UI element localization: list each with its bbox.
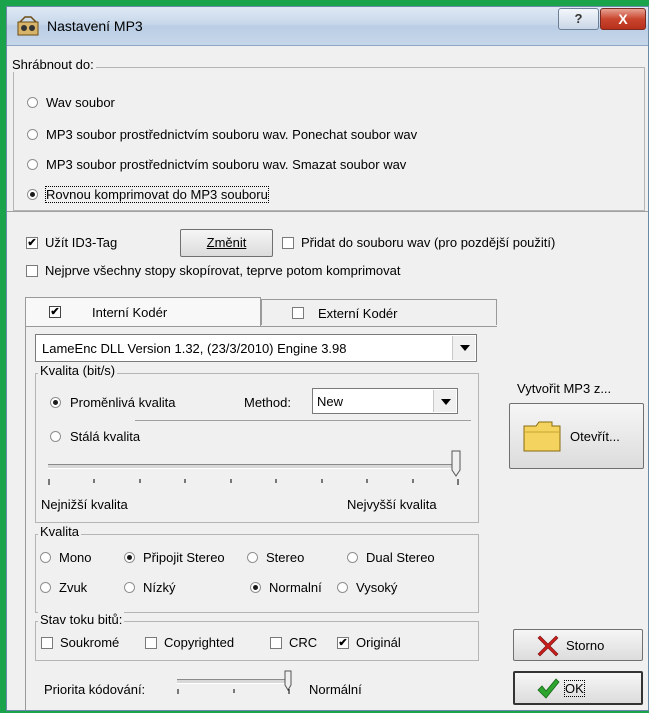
ok-button[interactable]: OK	[513, 671, 643, 705]
bitstream-group-legend: Stav toku bitů:	[38, 612, 125, 627]
radio-wav-file[interactable]	[27, 97, 38, 108]
bitrate-slider-ticks	[48, 479, 459, 485]
private-checkbox[interactable]	[41, 637, 53, 649]
open-button-label: Otevřít...	[570, 429, 620, 444]
tab-internal-label: Interní Kodér	[92, 305, 168, 320]
chevron-down-icon[interactable]	[433, 390, 456, 412]
ok-button-label: OK	[564, 680, 585, 697]
bitrate-min-label: Nejnižší kvalita	[41, 497, 128, 512]
copy-first-checkbox[interactable]	[26, 265, 38, 277]
radio-direct-mp3-label: Rovnou komprimovat do MP3 souboru	[45, 186, 269, 203]
cancel-icon	[537, 635, 559, 657]
folder-icon	[523, 421, 561, 452]
window-title: Nastavení MP3	[47, 18, 143, 34]
close-button[interactable]: X	[600, 8, 646, 30]
add-to-wav-checkbox[interactable]	[282, 237, 294, 249]
radio-mp3-delete-wav[interactable]	[27, 159, 38, 170]
radio-sound[interactable]	[40, 582, 51, 593]
tab-external-encoder[interactable]: Externí Kodér	[261, 299, 497, 325]
tab-external-label: Externí Kodér	[318, 306, 398, 321]
copyrighted-label: Copyrighted	[164, 635, 235, 650]
internal-encoder-checkbox[interactable]: ✔	[49, 306, 61, 318]
crc-checkbox[interactable]	[270, 637, 282, 649]
radio-constant-quality[interactable]	[50, 431, 61, 442]
radio-dual-stereo[interactable]	[347, 552, 358, 563]
quality-group-legend: Kvalita	[38, 524, 82, 539]
bitrate-slider-track[interactable]	[48, 464, 458, 469]
normal-label: Normalní	[269, 580, 322, 595]
change-id3-button-label: Změnit	[206, 235, 247, 250]
copy-first-label: Nejprve všechny stopy skopírovat, teprve…	[45, 263, 401, 278]
use-id3-checkbox[interactable]: ✔	[26, 237, 38, 249]
help-button[interactable]: ?	[558, 8, 599, 30]
original-checkbox[interactable]: ✔	[337, 637, 349, 649]
priority-slider-ticks	[177, 689, 290, 694]
method-select[interactable]: New	[312, 388, 458, 414]
radio-low[interactable]	[124, 582, 135, 593]
encoder-select[interactable]: LameEnc DLL Version 1.32, (23/3/2010) En…	[35, 334, 477, 362]
change-id3-button[interactable]: Změnit	[180, 229, 273, 257]
checkmark-icon	[537, 678, 560, 699]
method-label: Method:	[244, 395, 291, 410]
original-label: Originál	[356, 635, 401, 650]
add-to-wav-label: Přidat do souboru wav (pro pozdější použ…	[301, 235, 556, 250]
radio-wav-file-label: Wav soubor	[46, 95, 115, 110]
variable-quality-label: Proměnlivá kvalita	[70, 395, 176, 410]
radio-normal[interactable]	[250, 582, 261, 593]
external-encoder-checkbox[interactable]	[292, 307, 304, 319]
constant-quality-label: Stálá kvalita	[70, 429, 141, 444]
radio-joint-stereo[interactable]	[124, 552, 135, 563]
method-select-value: New	[317, 394, 344, 409]
cancel-button[interactable]: Storno	[513, 629, 643, 661]
cancel-button-label: Storno	[566, 638, 605, 653]
low-label: Nízký	[143, 580, 176, 595]
priority-slider-track[interactable]	[177, 679, 289, 684]
dual-stereo-label: Dual Stereo	[366, 550, 435, 565]
target-group-legend: Shrábnout do:	[10, 57, 96, 72]
use-id3-label: Užít ID3-Tag	[45, 235, 118, 250]
joint-stereo-label: Připojit Stereo	[143, 550, 225, 565]
copyrighted-checkbox[interactable]	[145, 637, 157, 649]
chevron-down-icon[interactable]	[452, 336, 475, 360]
radio-variable-quality[interactable]	[50, 397, 61, 408]
radio-mp3-keep-wav-label: MP3 soubor prostřednictvím souboru wav. …	[46, 127, 418, 142]
radio-mono[interactable]	[40, 552, 51, 563]
radio-mp3-keep-wav[interactable]	[27, 129, 38, 140]
bitrate-slider-thumb[interactable]	[451, 450, 461, 478]
radio-high[interactable]	[337, 582, 348, 593]
create-mp3-label: Vytvořit MP3 z...	[517, 381, 612, 396]
tab-internal-encoder[interactable]: ✔ Interní Kodér	[25, 297, 261, 327]
bitrate-max-label: Nejvyšší kvalita	[347, 497, 437, 512]
bitrate-group-legend: Kvalita (bit/s)	[38, 363, 118, 378]
separator	[7, 211, 648, 212]
quality-group	[35, 534, 479, 613]
encoder-select-value: LameEnc DLL Version 1.32, (23/3/2010) En…	[42, 341, 347, 356]
mp3-settings-dialog: Nastavení MP3 ? X Shrábnout do: Wav soub…	[6, 6, 649, 711]
radio-mp3-delete-wav-label: MP3 soubor prostřednictvím souboru wav. …	[46, 157, 407, 172]
radio-direct-mp3[interactable]	[27, 189, 38, 200]
private-label: Soukromé	[60, 635, 120, 650]
mono-label: Mono	[59, 550, 92, 565]
priority-label: Priorita kódování:	[44, 682, 146, 697]
stereo-label: Stereo	[266, 550, 305, 565]
title-bar[interactable]: Nastavení MP3 ? X	[7, 7, 648, 46]
high-label: Vysoký	[356, 580, 398, 595]
crc-label: CRC	[289, 635, 318, 650]
app-icon	[17, 16, 39, 36]
open-button[interactable]: Otevřít...	[509, 403, 644, 469]
bitrate-divider	[135, 420, 471, 421]
priority-value: Normální	[309, 682, 362, 697]
sound-label: Zvuk	[59, 580, 88, 595]
radio-stereo[interactable]	[247, 552, 258, 563]
